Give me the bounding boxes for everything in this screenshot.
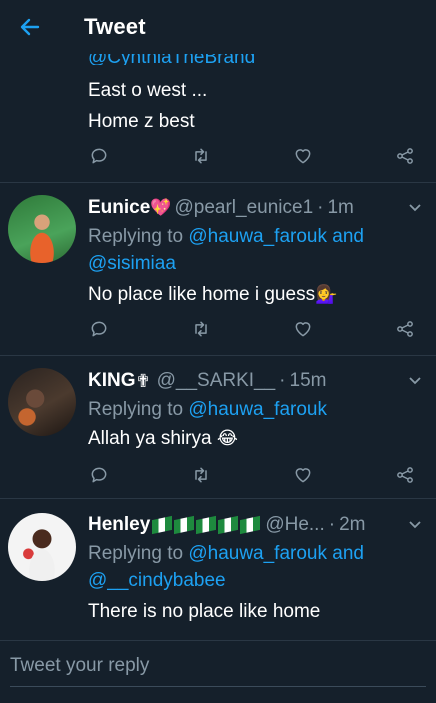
reply-button[interactable] [88,145,110,167]
tweet-text-line: Home z best [88,111,195,132]
nigeria-flag-icon [240,515,261,535]
tweet-text-line: No place like home i guess💁‍♀️ [88,282,422,307]
text-emoji: 😂 [216,428,238,448]
chevron-down-icon[interactable] [408,517,422,531]
retweet-icon [195,467,207,483]
separator-dot: · [279,370,286,391]
tweet-actions [88,145,416,167]
tweet-text-line: Allah ya shirya 😂 [88,426,422,451]
like-button[interactable] [292,464,314,486]
flag-emojis [152,515,261,535]
retweet-button[interactable] [190,318,212,340]
share-button[interactable] [394,464,416,486]
reply-button[interactable] [88,318,110,340]
top-bar: Tweet [0,0,436,54]
nigeria-flag-icon [196,515,217,535]
tweet-header: Henley @He... · 2m [88,513,422,537]
reply-target-link[interactable]: @hauwa_farouk and [188,543,364,564]
tweet-handle[interactable]: @__SARKI__ [157,369,276,393]
share-icon [397,321,413,337]
share-icon [397,148,413,164]
reply-target-link[interactable]: @sisimiaa [88,251,422,276]
input-underline [10,686,426,687]
reply-target-link[interactable]: @hauwa_farouk and [188,226,364,247]
reply-input[interactable] [10,651,420,681]
retweet-icon [195,321,207,337]
timestamp[interactable]: 15m [290,369,327,393]
retweet-icon [195,148,207,164]
nigeria-flag-icon [174,515,195,535]
tweet-text: There is no place like home [88,601,321,622]
nigeria-flag-icon [152,515,173,535]
name-emoji: 💖 [150,198,172,217]
chevron-down-icon[interactable] [408,200,422,214]
display-name[interactable]: Henley [88,513,150,537]
back-button[interactable] [0,0,60,54]
heart-icon [295,322,311,337]
replying-line: Replying to @hauwa_farouk and [88,541,422,566]
replying-prefix: Replying to [88,543,189,564]
heart-icon [295,468,311,483]
tweet-item[interactable]: KING ✟ @__SARKI__ · 15m Replying to @hau… [0,356,436,499]
retweet-button[interactable] [190,145,212,167]
like-button[interactable] [292,318,314,340]
nigeria-flag-icon [218,515,239,535]
avatar[interactable] [8,195,76,263]
replying-line: Replying to @hauwa_farouk [88,397,422,422]
tweet-actions [88,318,416,340]
chevron-down-icon[interactable] [408,373,422,387]
tweet-text: Allah ya shirya [88,428,212,449]
tweet-text-line: East o west ... [88,80,208,101]
comment-icon [91,321,107,337]
reply-target-link[interactable]: @__cindybabee [88,568,422,593]
arrow-left-icon [20,18,40,36]
avatar[interactable] [8,513,76,581]
tweet-header: KING ✟ @__SARKI__ · 15m [88,369,422,393]
separator-dot: · [328,514,336,535]
text-emoji: 💁‍♀️ [315,284,338,304]
heart-icon [295,149,311,164]
tweet-actions [88,464,416,486]
tweet-text: No place like home i guess [88,284,316,305]
reply-target-link[interactable]: @hauwa_farouk [188,399,327,420]
timestamp[interactable]: 2m [339,513,365,537]
share-button[interactable] [394,145,416,167]
like-button[interactable] [292,145,314,167]
share-button[interactable] [394,318,416,340]
comment-icon [91,467,107,483]
tweet-handle[interactable]: @He... [265,513,324,537]
replying-prefix: Replying to [88,226,189,247]
replying-line: Replying to @hauwa_farouk and [88,224,422,249]
avatar[interactable] [8,368,76,436]
display-name[interactable]: KING [88,369,136,393]
name-emoji: ✟ [135,371,151,391]
page-title: Tweet [84,14,146,39]
tweet-item[interactable]: Eunice 💖 @pearl_eunice1 · 1m Replying to… [0,183,436,356]
share-icon [397,467,413,483]
timestamp[interactable]: 1m [327,196,353,220]
replying-prefix: Replying to [88,399,189,420]
retweet-button[interactable] [190,464,212,486]
comment-icon [91,148,107,164]
tweet-item[interactable]: Henley @He... · 2m Replying to @hauwa_fa… [0,499,436,640]
tweet-handle[interactable]: @pearl_eunice1 [174,196,313,220]
reply-button[interactable] [88,464,110,486]
display-name[interactable]: Eunice [88,196,150,220]
tweet-header: Eunice 💖 @pearl_eunice1 · 1m [88,196,422,220]
separator-dot: · [317,197,324,218]
reply-composer [0,640,436,703]
